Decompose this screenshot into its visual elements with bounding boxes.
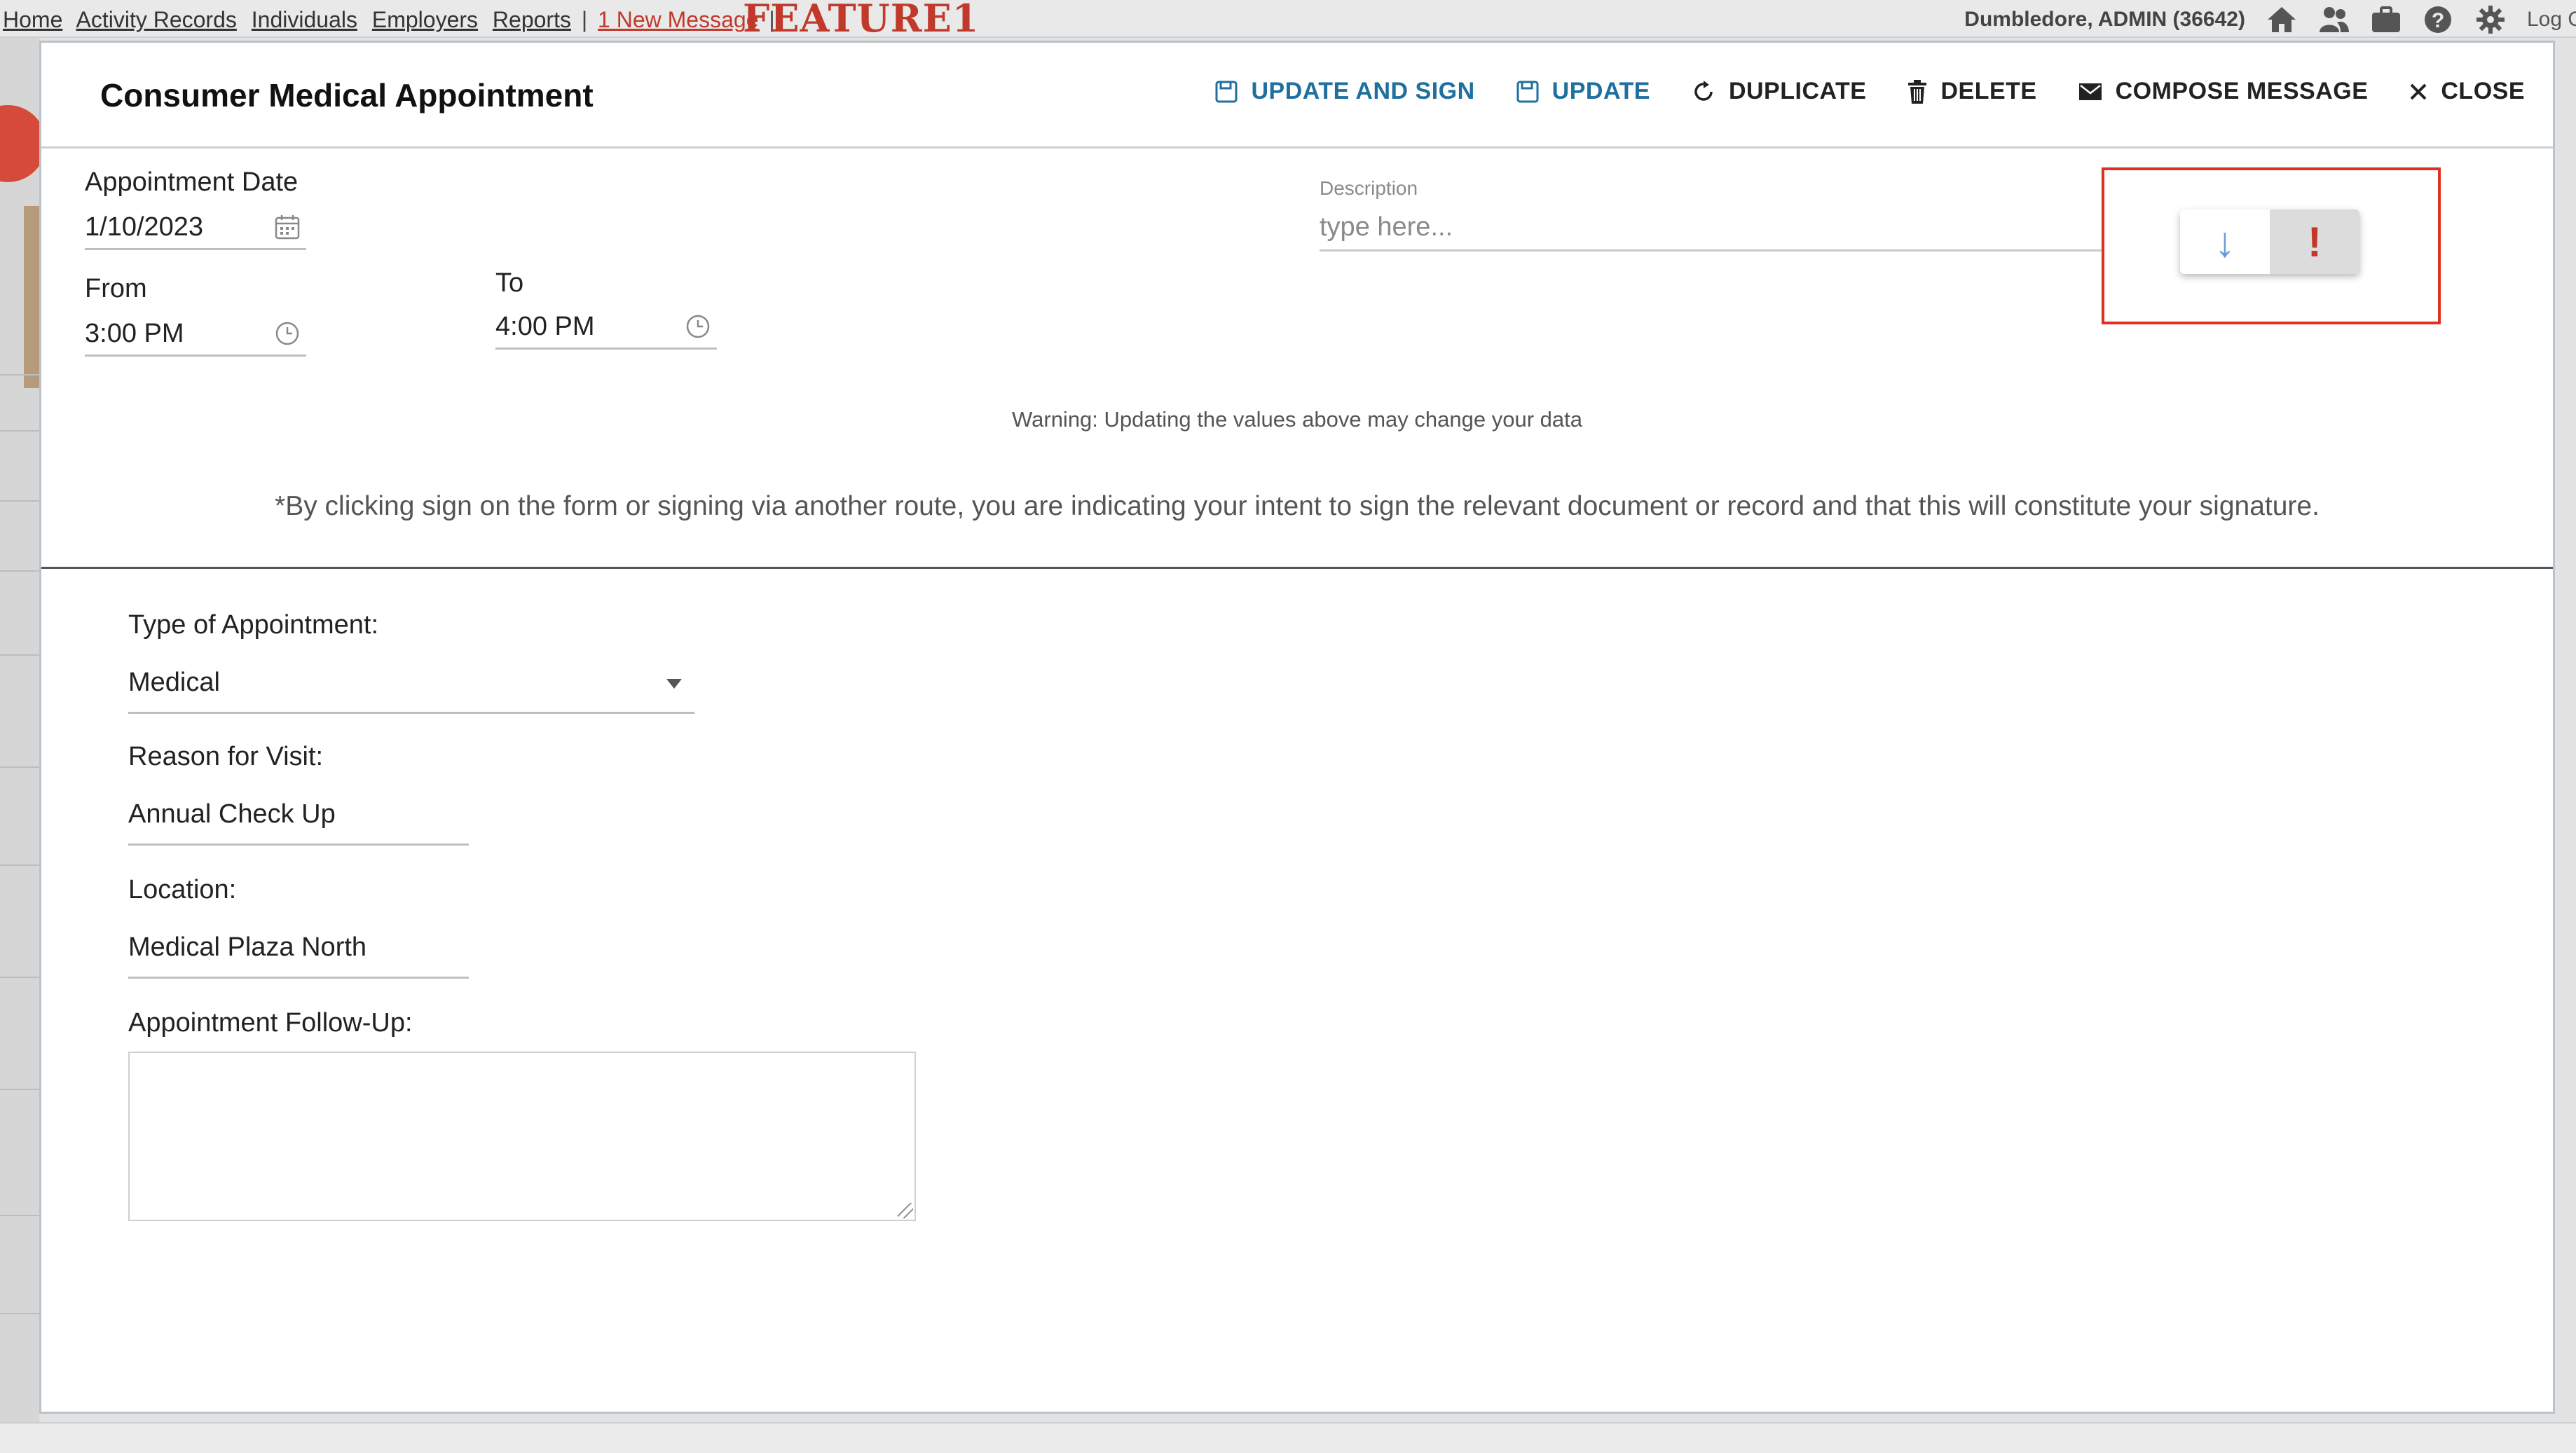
nav-link-activity-records[interactable]: Activity Records xyxy=(76,7,236,32)
modal-title: Consumer Medical Appointment xyxy=(100,77,594,113)
envelope-icon xyxy=(2078,83,2102,100)
update-label: UPDATE xyxy=(1551,78,1650,104)
logout-link[interactable]: Log Out xyxy=(2527,8,2576,32)
to-time-field[interactable]: 4:00 PM xyxy=(495,305,717,350)
down-arrow-button[interactable]: ↓ xyxy=(2180,209,2270,274)
close-button[interactable]: CLOSE xyxy=(2409,78,2525,105)
description-label: Description xyxy=(1320,177,1418,199)
to-label: To xyxy=(495,268,524,298)
description-input[interactable]: type here... xyxy=(1320,202,2103,252)
appointment-date-value: 1/10/2023 xyxy=(85,212,204,242)
delete-label: DELETE xyxy=(1940,78,2037,104)
delete-button[interactable]: DELETE xyxy=(1907,78,2036,105)
save-icon xyxy=(1516,81,1539,102)
clock-icon[interactable] xyxy=(274,320,301,350)
appointment-date-field[interactable]: 1/10/2023 xyxy=(85,205,306,250)
update-and-sign-button[interactable]: UPDATE AND SIGN xyxy=(1214,78,1474,105)
warning-text: Warning: Updating the values above may c… xyxy=(1012,407,1582,432)
background-photo xyxy=(24,206,41,388)
type-of-appointment-select[interactable]: Medical xyxy=(128,659,694,714)
resize-handle[interactable] xyxy=(898,1203,913,1218)
background-app-sidebar xyxy=(0,38,46,1439)
description-placeholder: type here... xyxy=(1320,212,1453,242)
nav-separator: | xyxy=(581,7,588,32)
location-input[interactable]: Medical Plaza North xyxy=(128,924,469,979)
chevron-down-icon xyxy=(666,679,682,689)
modal-header: Consumer Medical Appointment UPDATE AND … xyxy=(41,43,2553,149)
signature-notice: *By clicking sign on the form or signing… xyxy=(275,491,2320,521)
duplicate-label: DUPLICATE xyxy=(1728,78,1867,104)
refresh-icon xyxy=(1694,80,1713,101)
background-bottom-bar xyxy=(0,1422,2576,1453)
background-divider xyxy=(0,977,39,978)
background-divider xyxy=(0,500,39,502)
reason-value: Annual Check Up xyxy=(128,799,336,829)
background-divider xyxy=(0,374,39,376)
reason-input[interactable]: Annual Check Up xyxy=(128,791,469,846)
help-icon[interactable]: ? xyxy=(2423,6,2453,34)
user-block: Dumbledore, ADMIN (36642) ? Log Out xyxy=(1964,6,2576,34)
follow-up-label: Appointment Follow-Up: xyxy=(128,1008,413,1038)
type-of-appointment-value: Medical xyxy=(128,668,220,697)
nav-link-employers[interactable]: Employers xyxy=(372,7,478,32)
feature-label: FEATURE1 xyxy=(743,0,980,41)
background-divider xyxy=(0,570,39,572)
appointment-modal: Consumer Medical Appointment UPDATE AND … xyxy=(39,41,2555,1414)
save-icon xyxy=(1215,81,1238,102)
home-icon[interactable] xyxy=(2266,6,2297,34)
reason-label: Reason for Visit: xyxy=(128,742,324,771)
gear-icon[interactable] xyxy=(2475,6,2506,34)
top-nav-bar: Home Activity Records Individuals Employ… xyxy=(0,0,2576,41)
background-divider xyxy=(0,1215,39,1216)
from-label: From xyxy=(85,274,147,303)
location-label: Location: xyxy=(128,875,237,904)
location-value: Medical Plaza North xyxy=(128,932,367,962)
briefcase-icon[interactable] xyxy=(2371,6,2402,34)
background-divider xyxy=(0,430,39,432)
user-name: Dumbledore, ADMIN (36642) xyxy=(1964,8,2245,31)
close-icon xyxy=(2410,83,2427,99)
from-time-field[interactable]: 3:00 PM xyxy=(85,312,306,357)
modal-actions: UPDATE AND SIGN UPDATE DUPLICATE DELETE … xyxy=(1174,78,2525,105)
background-divider xyxy=(0,1089,39,1090)
nav-link-home[interactable]: Home xyxy=(3,7,62,32)
people-icon[interactable] xyxy=(2319,6,2350,34)
compose-message-button[interactable]: COMPOSE MESSAGE xyxy=(2078,78,2369,105)
update-button[interactable]: UPDATE xyxy=(1516,78,1650,105)
duplicate-button[interactable]: DUPLICATE xyxy=(1691,78,1867,105)
to-time-value: 4:00 PM xyxy=(495,312,595,341)
background-divider xyxy=(0,1313,39,1314)
svg-text:?: ? xyxy=(2432,9,2444,32)
follow-up-textarea[interactable] xyxy=(128,1052,916,1221)
new-message-link[interactable]: 1 New Message xyxy=(598,7,758,32)
clock-icon[interactable] xyxy=(685,313,711,343)
priority-toggle: ↓ ! xyxy=(2180,209,2359,274)
compose-message-label: COMPOSE MESSAGE xyxy=(2115,78,2369,104)
background-divider xyxy=(0,766,39,768)
type-of-appointment-label: Type of Appointment: xyxy=(128,610,379,640)
nav-link-individuals[interactable]: Individuals xyxy=(252,7,357,32)
close-label: CLOSE xyxy=(2441,78,2525,104)
update-and-sign-label: UPDATE AND SIGN xyxy=(1251,78,1475,104)
important-button[interactable]: ! xyxy=(2270,209,2359,274)
trash-icon xyxy=(1908,79,1927,104)
background-divider xyxy=(0,654,39,656)
appointment-date-label: Appointment Date xyxy=(85,167,299,197)
section-divider xyxy=(41,567,2553,569)
nav-links: Home Activity Records Individuals Employ… xyxy=(3,7,779,33)
background-divider xyxy=(0,865,39,866)
from-time-value: 3:00 PM xyxy=(85,319,184,348)
nav-link-reports[interactable]: Reports xyxy=(493,7,571,32)
calendar-icon[interactable] xyxy=(274,214,301,244)
